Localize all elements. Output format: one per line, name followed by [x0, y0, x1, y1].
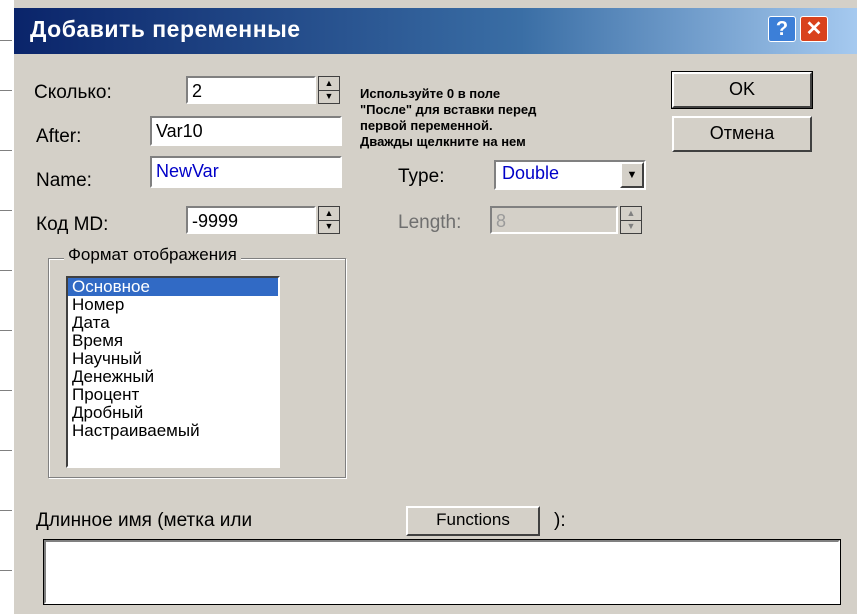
background-window-edge [0, 0, 12, 614]
length-spinner: ▲ ▼ [620, 206, 642, 234]
functions-button[interactable]: Functions [406, 506, 540, 536]
spin-down-icon[interactable]: ▼ [319, 220, 339, 233]
length-label: Length: [398, 212, 462, 233]
format-item-scientific[interactable]: Научный [68, 350, 278, 368]
name-input[interactable]: NewVar [150, 156, 342, 188]
dialog-title: Добавить переменные [30, 16, 301, 42]
after-input[interactable]: Var10 [150, 116, 342, 146]
spin-down-icon: ▼ [626, 221, 636, 231]
insert-hint-note: Используйте 0 в поле "После" для вставки… [360, 86, 660, 150]
md-code-label: Код MD: [36, 214, 109, 235]
length-input: 8 [490, 206, 618, 234]
after-label: After: [36, 126, 82, 147]
name-label: Name: [36, 170, 92, 191]
count-spinner[interactable]: ▲ ▼ [318, 76, 340, 104]
type-select-value: Double [502, 163, 560, 183]
note-line: Дважды щелкните на нем [360, 134, 526, 149]
md-code-input[interactable]: -9999 [186, 206, 316, 234]
help-button[interactable]: ? [768, 16, 796, 42]
note-line: "После" для вставки перед [360, 102, 537, 117]
long-name-input[interactable] [43, 539, 841, 605]
display-format-list[interactable]: Основное Номер Дата Время Научный Денежн… [66, 276, 280, 468]
display-format-title: Формат отображения [64, 245, 241, 265]
close-icon: ✕ [805, 18, 823, 40]
spin-up-icon[interactable]: ▲ [319, 207, 339, 221]
md-code-spinner[interactable]: ▲ ▼ [318, 206, 340, 234]
format-item-currency[interactable]: Денежный [68, 368, 278, 386]
count-label: Сколько: [34, 82, 112, 103]
title-bar[interactable]: Добавить переменные ? ✕ [14, 8, 857, 54]
spin-up-icon: ▲ [621, 207, 641, 221]
help-icon: ? [775, 18, 789, 40]
note-line: первой переменной. [360, 118, 493, 133]
type-label: Type: [398, 166, 445, 187]
long-name-label: Длинное имя (метка или [36, 510, 253, 531]
cancel-button[interactable]: Отмена [672, 116, 812, 152]
format-item-percent[interactable]: Процент [68, 386, 278, 404]
type-select[interactable]: Double ▼ [494, 160, 646, 190]
spin-up-icon[interactable]: ▲ [319, 77, 339, 91]
close-button[interactable]: ✕ [800, 16, 828, 42]
note-line: Используйте 0 в поле [360, 86, 501, 101]
format-item-custom[interactable]: Настраиваемый [68, 422, 278, 440]
ok-button[interactable]: OK [671, 71, 813, 109]
spin-down-icon[interactable]: ▼ [319, 90, 339, 103]
format-item-fraction[interactable]: Дробный [68, 404, 278, 422]
count-input[interactable]: 2 [186, 76, 316, 104]
format-item-basic[interactable]: Основное [68, 278, 278, 296]
long-name-suffix: ): [554, 510, 566, 531]
dropdown-arrow-icon[interactable]: ▼ [620, 162, 644, 188]
format-item-time[interactable]: Время [68, 332, 278, 350]
add-variables-dialog: Добавить переменные ? ✕ Сколько: 2 ▲ ▼ И… [12, 0, 857, 614]
format-item-number[interactable]: Номер [68, 296, 278, 314]
format-item-date[interactable]: Дата [68, 314, 278, 332]
